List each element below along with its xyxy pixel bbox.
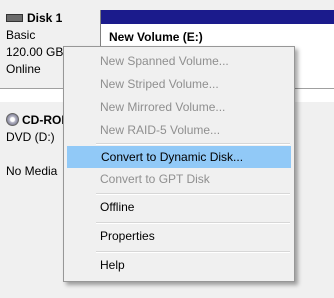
- menu-item-properties[interactable]: Properties: [67, 225, 291, 247]
- disk-1-type: Basic: [6, 28, 36, 42]
- menu-item-new-mirrored-volume[interactable]: New Mirrored Volume...: [67, 96, 291, 118]
- disk-1-name: Disk 1: [27, 11, 63, 25]
- menu-item-convert-to-gpt-disk[interactable]: Convert to GPT Disk: [67, 168, 291, 190]
- menu-item-offline[interactable]: Offline: [67, 196, 291, 218]
- menu-item-new-raid5-volume[interactable]: New RAID-5 Volume...: [67, 119, 291, 141]
- menu-item-convert-to-dynamic-disk[interactable]: Convert to Dynamic Disk...: [67, 146, 291, 168]
- menu-separator: [96, 251, 290, 253]
- menu-separator: [96, 143, 290, 145]
- cdrom-drive: DVD (D:): [6, 130, 55, 144]
- cdrom-spacer: [6, 146, 71, 163]
- menu-item-new-striped-volume[interactable]: New Striped Volume...: [67, 73, 291, 95]
- menu-separator: [96, 193, 290, 195]
- menu-item-new-spanned-volume[interactable]: New Spanned Volume...: [67, 50, 291, 72]
- cdrom-status: No Media: [6, 164, 58, 178]
- disk-1-status: Online: [6, 62, 41, 76]
- volume-color-bar: [101, 10, 334, 24]
- menu-item-help[interactable]: Help: [67, 254, 291, 276]
- cdrom-info[interactable]: CD-ROM DVD (D:) No Media: [6, 112, 71, 180]
- disk-1-size: 120.00 GB: [6, 45, 64, 59]
- disk-1-info[interactable]: Disk 1 Basic 120.00 GB Online: [6, 10, 63, 78]
- volume-e-label: New Volume (E:): [109, 30, 203, 44]
- cd-drive-icon: [6, 113, 19, 127]
- hard-disk-icon: [6, 13, 23, 22]
- context-menu[interactable]: New Spanned Volume... New Striped Volume…: [63, 46, 295, 282]
- menu-separator: [96, 222, 290, 224]
